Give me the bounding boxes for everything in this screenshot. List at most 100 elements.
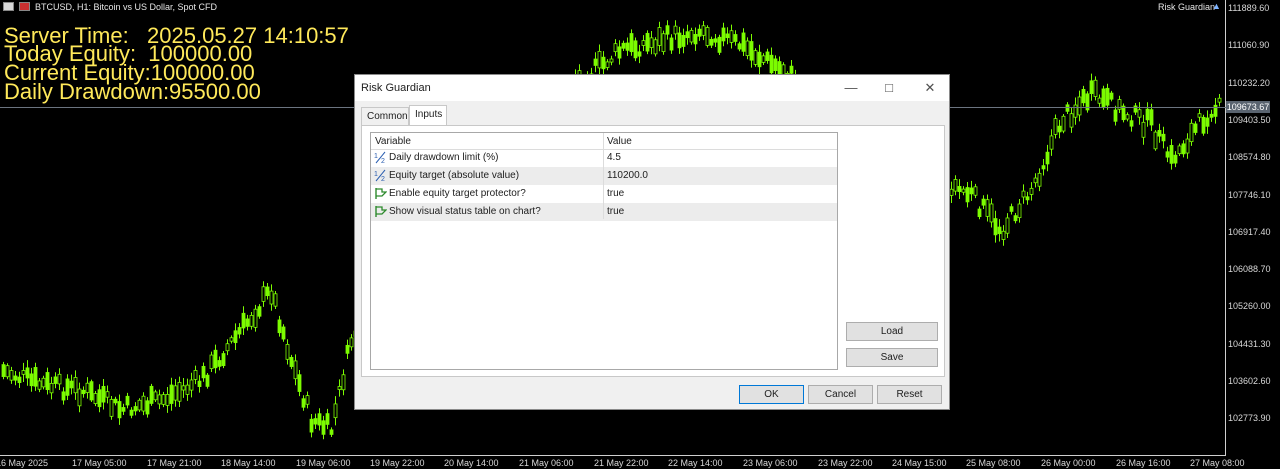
candle-body [325,413,330,425]
candle-body [157,394,162,405]
candle-body [305,395,310,405]
candle-body [637,51,642,57]
variable-value[interactable]: 110200.0 [607,170,648,181]
candle-body [193,370,198,380]
candle-body [697,28,702,37]
candle-body [57,373,62,385]
candle-body [25,367,30,379]
svg-text:2: 2 [381,176,385,182]
candle-body [597,50,602,69]
cancel-button[interactable]: Cancel [808,385,873,404]
candle-body [1069,113,1074,128]
candle-body [49,382,54,394]
candle-body [1121,105,1126,121]
table-header: Variable Value [371,133,837,150]
candle-body [1045,151,1050,165]
time-tick: 22 May 14:00 [668,458,723,468]
current-price-label: 109673.67 [1226,101,1270,113]
candle-body [169,384,174,404]
chart-menu-icon[interactable] [3,2,14,11]
time-tick: 17 May 05:00 [72,458,127,468]
candle-body [13,375,18,381]
candle-body [1061,115,1066,132]
chart-header: BTCUSD, H1: Bitcoin vs US Dollar, Spot C… [35,2,218,12]
candle-body [717,36,722,53]
candle-body [1037,172,1042,187]
candle-body [301,398,306,408]
variable-value[interactable]: true [607,206,624,217]
save-button[interactable]: Save [846,348,938,367]
price-tick: 106088.70 [1228,264,1271,274]
candle-body [109,399,114,417]
load-button[interactable]: Load [846,322,938,341]
candle-body [765,51,770,61]
candle-body [257,306,262,317]
candle-body [313,418,318,425]
candle-body [341,374,346,391]
price-tick: 109403.50 [1228,115,1271,125]
candle-body [1137,109,1142,118]
dialog-titlebar[interactable]: Risk Guardian — □ ✕ [355,75,949,101]
variable-name: Equity target (absolute value) [389,170,520,181]
candle-body [209,354,214,369]
candle-body [993,218,998,236]
ok-button[interactable]: OK [739,385,804,404]
time-tick: 17 May 21:00 [147,458,202,468]
minimize-icon[interactable]: — [832,75,870,101]
candle-body [1049,135,1054,150]
time-tick: 23 May 06:00 [743,458,798,468]
candle-body [165,394,170,406]
table-row[interactable]: Enable equity target protector? true [371,185,837,203]
candle-body [1177,145,1182,155]
close-icon[interactable]: ✕ [911,75,949,101]
candle-body [669,37,674,51]
candle-body [1009,206,1014,212]
reset-button[interactable]: Reset [877,385,942,404]
candle-body [245,318,250,327]
variable-value[interactable]: true [607,188,624,199]
price-axis-line [1225,0,1226,455]
candle-body [1205,117,1210,127]
candle-body [661,33,666,53]
candle-body [73,377,78,394]
candle-body [789,65,794,74]
candle-body [189,379,194,391]
symbol-icon[interactable] [19,2,30,11]
candle-body [745,40,750,57]
candle-body [37,380,42,390]
candle-body [757,51,762,68]
candle-body [985,199,990,217]
table-row[interactable]: Show visual status table on chart? true [371,203,837,221]
candle-body [665,25,670,35]
table-row[interactable]: 12 Equity target (absolute value) 110200… [371,167,837,185]
candle-body [1141,121,1146,138]
candle-body [1193,123,1198,133]
candle-body [769,54,774,74]
candle-body [265,286,270,297]
variable-name: Enable equity target protector? [389,188,526,199]
candle-body [1161,133,1166,142]
candle-body [773,58,778,71]
candle-body [761,55,766,63]
candle-body [749,41,754,61]
candle-body [249,315,254,327]
tab-common[interactable]: Common [361,107,409,125]
candle-body [309,418,314,433]
candle-body [629,33,634,53]
candle-body [45,372,50,391]
candle-body [1125,114,1130,120]
candle-body [297,374,302,392]
table-row[interactable]: 12 Daily drawdown limit (%) 4.5 [371,149,837,167]
candle-body [701,25,706,36]
candle-body [145,400,150,415]
variable-value[interactable]: 4.5 [607,152,621,163]
candle-body [77,388,82,407]
candle-body [289,357,294,367]
price-tick: 106917.40 [1228,227,1271,237]
candle-body [605,61,610,68]
candle-body [953,179,958,192]
maximize-icon[interactable]: □ [870,75,908,101]
candle-body [997,226,1002,235]
candle-body [1029,187,1034,195]
tab-inputs[interactable]: Inputs [409,105,447,126]
